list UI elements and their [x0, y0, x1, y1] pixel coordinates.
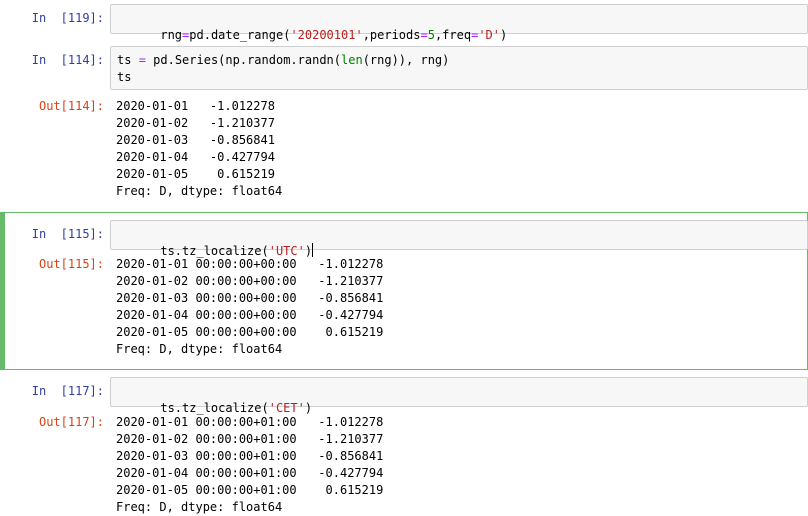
output-line: 2020-01-04 -0.427794	[116, 150, 275, 164]
code-token: rng	[160, 28, 183, 42]
code-line: ts.tz_localize('CET')	[111, 378, 807, 415]
notebook-cell-117[interactable]: In [117]: ts.tz_localize('CET') Out[117]…	[0, 374, 808, 514]
output-line: 2020-01-04 00:00:00+00:00 -0.427794	[116, 308, 384, 322]
notebook-cell-119[interactable]: In [119]: rng = pd.date_range('20200101',p…	[0, 0, 808, 42]
output-line: 2020-01-01 00:00:00+01:00 -1.012278	[116, 415, 384, 429]
output-line: 2020-01-04 00:00:00+01:00 -0.427794	[116, 466, 384, 480]
output-line: 2020-01-05 00:00:00+00:00 0.615219	[116, 325, 384, 339]
output-line: 2020-01-03 -0.856841	[116, 133, 275, 147]
code-token: (rng)), rng)	[362, 53, 450, 67]
code-token: =	[420, 28, 428, 42]
notebook-cell-115[interactable]: In [115]: ts.tz_localize('UTC') Out[115]…	[0, 212, 808, 370]
code-token: )	[304, 401, 313, 415]
code-token: 'D'	[478, 28, 500, 42]
cell-output: 2020-01-01 00:00:00+00:00 -1.012278 2020…	[116, 256, 383, 358]
code-input[interactable]: ts.tz_localize('CET')	[110, 377, 808, 415]
code-token: '20200101'	[290, 28, 363, 42]
output-line: 2020-01-05 0.615219	[116, 167, 275, 181]
output-line: 2020-01-02 -1.210377	[116, 116, 275, 130]
output-prompt: Out[114]:	[38, 99, 104, 113]
output-line: 2020-01-02 00:00:00+00:00 -1.210377	[116, 274, 384, 288]
code-line: ts	[117, 69, 807, 86]
code-token: pd.Series(np.random.randn(	[145, 53, 341, 67]
input-prompt: In [114]:	[31, 53, 104, 67]
code-token: 5	[427, 28, 435, 42]
input-prompt: In [117]:	[31, 384, 104, 398]
code-line: rng=pd.date_range('20200101',periods=5,f…	[111, 5, 807, 42]
output-line: Freq: D, dtype: float64	[116, 184, 283, 198]
text-cursor	[312, 243, 314, 257]
code-token: len	[341, 53, 363, 67]
code-token: ts	[117, 70, 132, 84]
code-input[interactable]: ts.tz_localize('UTC')	[110, 220, 808, 258]
output-line: 2020-01-01 00:00:00+00:00 -1.012278	[116, 257, 384, 271]
code-token: ts	[117, 53, 139, 67]
code-token: 'CET'	[268, 401, 305, 415]
output-line: Freq: D, dtype: float64	[116, 500, 283, 514]
code-token: )	[500, 28, 508, 42]
code-token: ts.tz_localize(	[160, 401, 269, 415]
input-prompt: In [119]:	[31, 11, 104, 25]
code-token: pd.date_range(	[189, 28, 291, 42]
output-prompt: Out[117]:	[38, 415, 104, 429]
code-line: ts = pd.Series(np.random.randn(len(rng))…	[117, 52, 807, 69]
output-line: 2020-01-03 00:00:00+01:00 -0.856841	[116, 449, 384, 463]
notebook-cell-114[interactable]: In [114]: ts = pd.Series(np.random.randn…	[0, 44, 808, 210]
input-prompt: In [115]:	[31, 227, 104, 241]
output-line: 2020-01-01 -1.012278	[116, 99, 275, 113]
code-line: ts.tz_localize('UTC')	[111, 221, 807, 258]
code-input[interactable]: rng=pd.date_range('20200101',periods=5,f…	[110, 4, 808, 42]
output-line: 2020-01-05 00:00:00+01:00 0.615219	[116, 483, 384, 497]
code-token: ,freq	[434, 28, 472, 42]
code-token: =	[138, 53, 146, 67]
output-line: 2020-01-02 00:00:00+01:00 -1.210377	[116, 432, 384, 446]
code-token: ,periods	[362, 28, 421, 42]
output-line: Freq: D, dtype: float64	[116, 342, 283, 356]
output-prompt: Out[115]:	[38, 257, 104, 271]
cell-output: 2020-01-01 -1.012278 2020-01-02 -1.21037…	[116, 98, 282, 200]
code-input[interactable]: ts = pd.Series(np.random.randn(len(rng))…	[110, 46, 808, 90]
cell-output: 2020-01-01 00:00:00+01:00 -1.012278 2020…	[116, 414, 383, 516]
output-line: 2020-01-03 00:00:00+00:00 -0.856841	[116, 291, 384, 305]
